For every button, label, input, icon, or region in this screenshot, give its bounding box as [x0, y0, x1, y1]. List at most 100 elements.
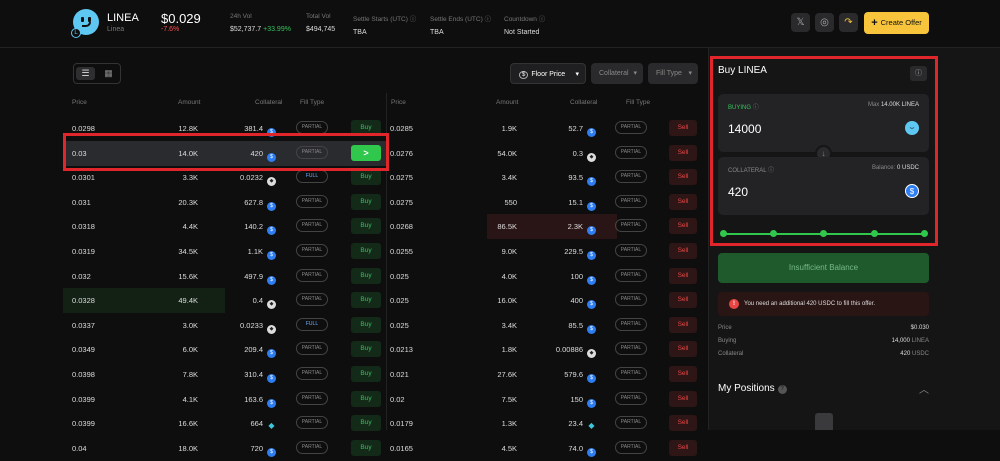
- buy-order-row[interactable]: 0.0298 12.8K 381.4 $ PARTIAL Buy: [63, 116, 386, 141]
- sell-order-row[interactable]: 0.0255 9.0K 229.5 $ PARTIAL Sell: [387, 239, 708, 264]
- sell-order-row[interactable]: 0.025 16.0K 400 $ PARTIAL Sell: [387, 288, 708, 313]
- collateral-box: COLLATERAL ⓘ Balance: 0 USDC 420 $: [718, 157, 929, 215]
- chevron-up-icon[interactable]: ︿: [919, 381, 929, 396]
- slider-dot[interactable]: [871, 230, 878, 237]
- sell-order-row[interactable]: 0.0213 1.8K 0.00886 ◆ PARTIAL Sell: [387, 337, 708, 362]
- info-icon[interactable]: ⓘ: [910, 66, 927, 81]
- buy-order-row[interactable]: 0.031 20.3K 627.8 $ PARTIAL Buy: [63, 190, 386, 215]
- sell-button[interactable]: Sell: [669, 144, 697, 161]
- order-amount: 4.5K: [501, 443, 517, 453]
- buy-order-row[interactable]: 0.0399 16.6K 664 ◆ PARTIAL Buy: [63, 411, 386, 436]
- sell-order-row[interactable]: 0.0275 550 15.1 $ PARTIAL Sell: [387, 190, 708, 215]
- sell-button[interactable]: Sell: [669, 316, 697, 333]
- buy-order-row[interactable]: 0.0349 6.0K 209.4 $ PARTIAL Buy: [63, 337, 386, 362]
- sell-button[interactable]: Sell: [669, 120, 697, 136]
- buy-button[interactable]: Buy: [351, 267, 381, 284]
- fill-type-dropdown[interactable]: Fill Type ▾: [648, 63, 698, 84]
- grid-view-icon[interactable]: ▦: [99, 67, 118, 80]
- share-icon[interactable]: ↷: [839, 13, 858, 32]
- list-view-icon[interactable]: ☰: [76, 67, 95, 80]
- buy-order-row[interactable]: 0.0319 34.5K 1.1K $ PARTIAL Buy: [63, 239, 386, 264]
- sort-dropdown[interactable]: $ Floor Price ▾: [510, 63, 586, 84]
- sell-button[interactable]: Sell: [669, 292, 697, 309]
- usdc-icon: $: [587, 275, 596, 285]
- sell-button[interactable]: Sell: [669, 243, 697, 259]
- sell-order-row[interactable]: 0.025 4.0K 100 $ PARTIAL Sell: [387, 264, 708, 289]
- my-positions-header[interactable]: My Positions?: [718, 383, 787, 394]
- usdc-icon: $: [267, 349, 276, 359]
- buy-button[interactable]: Buy: [351, 366, 381, 382]
- create-offer-button[interactable]: + Create Offer: [864, 12, 929, 34]
- fill-type-badge: PARTIAL: [296, 219, 328, 233]
- slider-dot[interactable]: [770, 230, 777, 237]
- buy-order-row[interactable]: 0.0399 4.1K 163.6 $ PARTIAL Buy: [63, 387, 386, 412]
- sell-order-row[interactable]: 0.0165 4.5K 74.0 $ PARTIAL Sell: [387, 436, 708, 461]
- sell-button[interactable]: Sell: [669, 390, 697, 407]
- insufficient-balance-button[interactable]: Insufficient Balance: [718, 253, 929, 283]
- sell-order-row[interactable]: 0.0276 54.0K 0.3 ◆ PARTIAL Sell: [387, 141, 708, 166]
- eth-icon: ◆: [267, 300, 276, 310]
- eth-icon: ◆: [587, 152, 596, 162]
- sell-order-row[interactable]: 0.0285 1.9K 52.7 $ PARTIAL Sell: [387, 116, 708, 141]
- order-price: 0.025: [390, 320, 409, 330]
- buy-button[interactable]: Buy: [351, 193, 381, 210]
- order-collateral: 209.4 $: [244, 345, 276, 359]
- order-price: 0.0328: [72, 296, 95, 306]
- order-price: 0.0319: [72, 247, 95, 256]
- sell-button[interactable]: Sell: [669, 415, 697, 432]
- info-icon: ⓘ: [409, 16, 417, 23]
- sell-order-row[interactable]: 0.02 7.5K 150 $ PARTIAL Sell: [387, 387, 708, 412]
- go-arrow-button[interactable]: >: [351, 144, 381, 161]
- sell-order-row[interactable]: 0.0179 1.3K 23.4 ◆ PARTIAL Sell: [387, 411, 708, 436]
- gem-icon: ◆: [268, 421, 275, 431]
- sell-order-row[interactable]: 0.025 3.4K 85.5 $ PARTIAL Sell: [387, 313, 708, 338]
- collateral-input[interactable]: 420: [728, 185, 748, 199]
- buy-button[interactable]: Buy: [351, 341, 381, 358]
- buy-order-row[interactable]: 0.0301 3.3K 0.0232 ◆ FULL Buy: [63, 165, 386, 190]
- buy-order-row[interactable]: 0.03 14.0K 420 $ PARTIAL >: [63, 140, 386, 166]
- buy-button[interactable]: Buy: [351, 316, 381, 333]
- sell-button[interactable]: Sell: [669, 366, 697, 382]
- usdc-icon: $: [587, 128, 596, 137]
- buy-order-row[interactable]: 0.04 18.0K 720 $ PARTIAL Buy: [63, 436, 386, 461]
- buy-button[interactable]: Buy: [351, 439, 381, 456]
- col-price: Price: [72, 99, 87, 106]
- usdc-icon: $: [267, 128, 276, 137]
- buy-button[interactable]: Buy: [351, 169, 381, 186]
- buy-order-row[interactable]: 0.0337 3.0K 0.0233 ◆ FULL Buy: [63, 313, 386, 338]
- buy-button[interactable]: Buy: [351, 390, 381, 407]
- sell-order-row[interactable]: 0.0275 3.4K 93.5 $ PARTIAL Sell: [387, 165, 708, 190]
- buy-order-row[interactable]: 0.0398 7.8K 310.4 $ PARTIAL Buy: [63, 362, 386, 387]
- buy-order-row[interactable]: 0.0328 49.4K 0.4 ◆ PARTIAL Buy: [63, 288, 386, 314]
- collateral-dropdown[interactable]: Collateral ▾: [591, 63, 643, 84]
- x-icon[interactable]: 𝕏: [791, 13, 810, 32]
- buy-order-row[interactable]: 0.032 15.6K 497.9 $ PARTIAL Buy: [63, 264, 386, 289]
- buy-button[interactable]: Buy: [351, 120, 381, 136]
- sell-button[interactable]: Sell: [669, 267, 697, 284]
- buying-label: BUYING ⓘ: [728, 105, 759, 111]
- slider-dot[interactable]: [820, 230, 827, 237]
- order-collateral: 100 $: [570, 272, 596, 285]
- buy-button[interactable]: Buy: [351, 292, 381, 309]
- fill-type-badge: PARTIAL: [296, 367, 328, 380]
- slider-dot[interactable]: [921, 230, 928, 237]
- buy-button[interactable]: Buy: [351, 415, 381, 432]
- sell-button[interactable]: Sell: [669, 439, 697, 456]
- sell-order-row[interactable]: 0.0268 86.5K 2.3K $ PARTIAL Sell: [387, 214, 708, 240]
- slider-dot[interactable]: [720, 230, 727, 237]
- sell-button[interactable]: Sell: [669, 341, 697, 358]
- globe-icon[interactable]: ◎: [815, 13, 834, 32]
- usdc-icon: $: [587, 398, 596, 408]
- sell-button[interactable]: Sell: [669, 193, 697, 210]
- order-collateral: 400 $: [570, 296, 596, 310]
- sell-order-row[interactable]: 0.021 27.6K 579.6 $ PARTIAL Sell: [387, 362, 708, 387]
- buy-button[interactable]: Buy: [351, 243, 381, 259]
- buying-input[interactable]: 14000: [728, 122, 761, 136]
- top-bar: L LINEA Linea $0.029 -7.6% 24h Vol $52,7…: [0, 0, 1000, 48]
- sell-button[interactable]: Sell: [669, 169, 697, 186]
- buy-button[interactable]: Buy: [351, 218, 381, 235]
- buy-order-row[interactable]: 0.0318 4.4K 140.2 $ PARTIAL Buy: [63, 214, 386, 239]
- sell-button[interactable]: Sell: [669, 218, 697, 235]
- fill-type-badge: PARTIAL: [296, 391, 328, 405]
- order-collateral: 23.4 ◆: [568, 419, 595, 431]
